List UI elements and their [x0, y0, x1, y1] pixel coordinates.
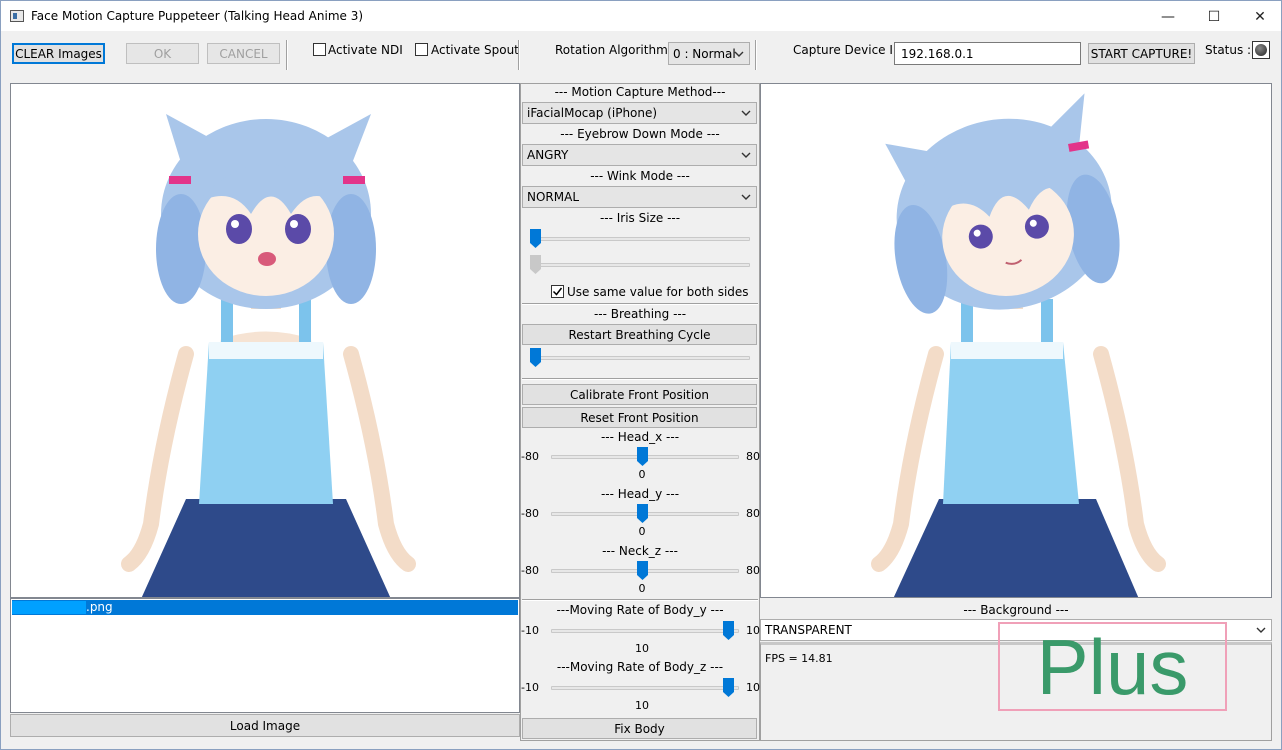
body-y-slider-track[interactable]	[551, 629, 739, 633]
head-y-value: 0	[638, 525, 646, 538]
image-file-list[interactable]: .png	[10, 598, 520, 713]
neck-z-value: 0	[638, 582, 646, 595]
head-y-header: --- Head_y ---	[600, 487, 680, 501]
neck-z-slider-thumb[interactable]	[637, 561, 648, 580]
body-z-header: ---Moving Rate of Body_z ---	[556, 660, 724, 674]
breathing-slider-thumb[interactable]	[530, 348, 541, 367]
reset-front-button[interactable]: Reset Front Position	[522, 407, 757, 428]
body-y-max-label: 10	[746, 624, 760, 637]
rotation-algorithm-value: 0 : Normal	[673, 46, 736, 61]
source-image-panel	[10, 83, 520, 598]
head-x-min-label: -80	[521, 450, 539, 463]
fps-readout: FPS = 14.81	[765, 652, 833, 665]
body-z-max-label: 10	[746, 681, 760, 694]
body-y-value: 10	[635, 642, 649, 655]
restart-breathing-button[interactable]: Restart Breathing Cycle	[522, 324, 757, 345]
same-value-checkbox[interactable]	[551, 285, 564, 298]
rotation-algorithm-label: Rotation Algorithm	[555, 43, 668, 57]
head-y-slider-thumb[interactable]	[637, 504, 648, 523]
body-z-slider-track[interactable]	[551, 686, 739, 690]
output-character-image	[871, 93, 1166, 597]
ok-button[interactable]: OK	[126, 43, 199, 64]
body-y-min-label: -10	[521, 624, 539, 637]
head-x-header: --- Head_x ---	[600, 430, 680, 444]
same-value-label: Use same value for both sides	[567, 285, 749, 299]
check-icon	[552, 287, 563, 296]
head-x-max-label: 80	[746, 450, 760, 463]
chevron-down-icon	[1256, 627, 1266, 633]
start-capture-button[interactable]: START CAPTURE!	[1088, 43, 1195, 64]
maximize-button[interactable]: ☐	[1191, 1, 1237, 32]
activate-ndi-checkbox[interactable]	[313, 43, 326, 56]
head-y-min-label: -80	[521, 507, 539, 520]
list-item[interactable]: .png	[12, 600, 518, 615]
eyebrow-down-mode-select[interactable]: ANGRY	[522, 144, 757, 166]
neck-z-max-label: 80	[746, 564, 760, 577]
plus-watermark: Plus	[998, 622, 1227, 711]
eyebrow-down-mode-header: --- Eyebrow Down Mode ---	[560, 127, 720, 141]
body-y-slider-thumb[interactable]	[723, 621, 734, 640]
breathing-header: --- Breathing ---	[593, 307, 687, 321]
iris-size-left-slider-thumb[interactable]	[530, 229, 541, 248]
load-image-button[interactable]: Load Image	[10, 714, 520, 737]
head-x-value: 0	[638, 468, 646, 481]
wink-mode-header: --- Wink Mode ---	[590, 169, 690, 183]
fix-body-button[interactable]: Fix Body	[522, 718, 757, 739]
background-value: TRANSPARENT	[765, 623, 852, 637]
activate-spout-label: Activate Spout	[431, 43, 519, 57]
capture-device-ip-input[interactable]: 192.168.0.1	[894, 42, 1081, 65]
capture-device-ip-label: Capture Device IP:	[793, 43, 905, 57]
activate-spout-checkbox[interactable]	[415, 43, 428, 56]
calibrate-front-button[interactable]: Calibrate Front Position	[522, 384, 757, 405]
body-z-min-label: -10	[521, 681, 539, 694]
head-x-slider-thumb[interactable]	[637, 447, 648, 466]
iris-size-left-slider-track[interactable]	[530, 237, 750, 241]
window-title: Face Motion Capture Puppeteer (Talking H…	[31, 9, 364, 23]
head-y-max-label: 80	[746, 507, 760, 520]
output-image-panel	[760, 83, 1272, 598]
wink-mode-select[interactable]: NORMAL	[522, 186, 757, 208]
cancel-button[interactable]: CANCEL	[207, 43, 280, 64]
motion-capture-method-header: --- Motion Capture Method---	[554, 85, 726, 99]
breathing-slider-track[interactable]	[530, 356, 750, 360]
neck-z-min-label: -80	[521, 564, 539, 577]
body-y-header: ---Moving Rate of Body_y ---	[556, 603, 724, 617]
wink-mode-value: NORMAL	[527, 190, 580, 204]
section-divider	[522, 378, 758, 380]
title-bar: Face Motion Capture Puppeteer (Talking H…	[0, 0, 1282, 31]
chevron-down-icon	[741, 152, 751, 158]
motion-capture-method-value: iFacialMocap (iPhone)	[527, 106, 658, 120]
rotation-algorithm-select[interactable]: 0 : Normal	[668, 42, 750, 65]
source-character-image	[121, 114, 416, 597]
iris-size-right-slider-thumb[interactable]	[530, 255, 541, 274]
body-z-value: 10	[635, 699, 649, 712]
close-button[interactable]: ✕	[1237, 1, 1282, 32]
toolbar-separator	[286, 40, 288, 70]
toolbar-separator	[518, 40, 520, 70]
status-indicator-icon	[1252, 41, 1270, 59]
iris-size-right-slider-track[interactable]	[530, 263, 750, 267]
file-name-extension: .png	[86, 600, 113, 614]
iris-size-header: --- Iris Size ---	[599, 211, 681, 225]
clear-images-button[interactable]: CLEAR Images	[12, 43, 105, 64]
chevron-down-icon	[734, 51, 744, 57]
toolbar-separator	[755, 40, 757, 70]
file-name-redacted	[12, 601, 86, 614]
body-z-slider-thumb[interactable]	[723, 678, 734, 697]
status-label: Status :	[1205, 43, 1252, 57]
background-header: --- Background ---	[963, 603, 1069, 617]
eyebrow-down-mode-value: ANGRY	[527, 148, 569, 162]
neck-z-header: --- Neck_z ---	[602, 544, 678, 558]
app-window-icon	[10, 10, 24, 22]
chevron-down-icon	[741, 110, 751, 116]
activate-ndi-label: Activate NDI	[328, 43, 403, 57]
minimize-button[interactable]: —	[1145, 1, 1191, 32]
chevron-down-icon	[741, 194, 751, 200]
motion-capture-method-select[interactable]: iFacialMocap (iPhone)	[522, 102, 757, 124]
